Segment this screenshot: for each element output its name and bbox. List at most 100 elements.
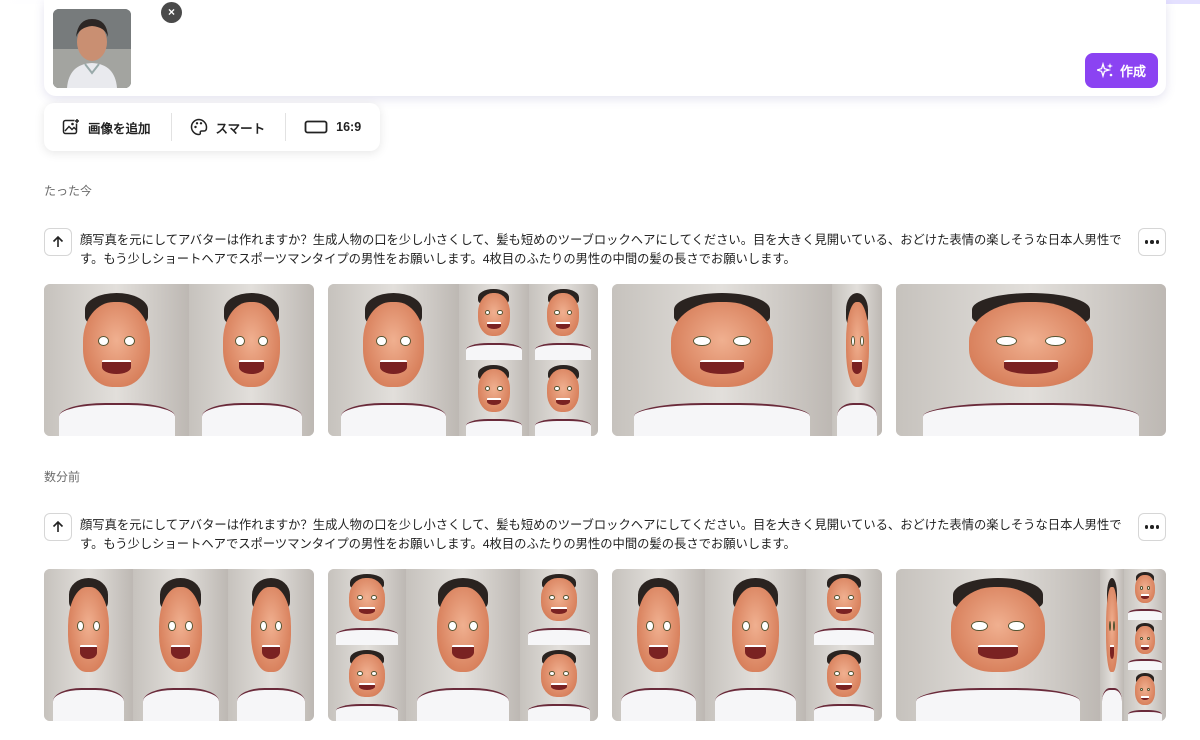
avatar-mouth xyxy=(102,360,131,374)
generated-image[interactable] xyxy=(328,284,598,436)
avatar-eye xyxy=(760,620,769,632)
avatar-shirt xyxy=(58,402,175,436)
avatar-shirt xyxy=(417,687,509,721)
avatar-face xyxy=(612,569,705,721)
prompt-composer[interactable]: × 作成 xyxy=(44,0,1166,96)
generated-image[interactable] xyxy=(612,569,882,721)
avatar-head xyxy=(68,587,109,673)
more-icon-dot xyxy=(1144,525,1149,529)
avatar-shirt xyxy=(201,402,302,436)
avatar-face xyxy=(189,284,314,436)
more-options-button[interactable] xyxy=(1138,513,1166,541)
generated-image[interactable] xyxy=(44,569,314,721)
aspect-ratio-icon xyxy=(304,120,328,134)
avatar-eye xyxy=(400,335,411,347)
image-column xyxy=(520,569,598,721)
avatar-mouth xyxy=(836,607,852,614)
avatar-head xyxy=(845,302,869,388)
avatar-face xyxy=(328,645,406,721)
more-icon-dot xyxy=(1155,240,1160,244)
avatar-shirt xyxy=(1128,709,1162,721)
avatar-eye xyxy=(259,620,267,632)
avatar-shirt xyxy=(621,687,696,721)
avatar-eye xyxy=(468,620,478,632)
avatar-shirt xyxy=(52,687,125,721)
avatar-head xyxy=(541,578,577,621)
generated-image[interactable] xyxy=(896,569,1166,721)
avatar-eye xyxy=(168,620,176,632)
time-label: 数分前 xyxy=(44,470,81,484)
create-button[interactable]: 作成 xyxy=(1085,53,1158,88)
avatar-head xyxy=(732,587,779,673)
avatar-shirt xyxy=(236,687,306,721)
add-image-button[interactable]: 画像を追加 xyxy=(44,112,151,142)
avatar-shirt xyxy=(715,687,796,721)
generated-image[interactable] xyxy=(612,284,882,436)
avatar-eye xyxy=(847,594,854,601)
avatar-head xyxy=(83,302,150,388)
avatar-face xyxy=(520,645,598,721)
avatar-mouth xyxy=(1004,360,1058,374)
avatar-shirt xyxy=(335,628,399,645)
prompt-text: 顔写真を元にしてアバターは作れますか？生成人物の口を少し小さくして、髪も短めのツ… xyxy=(80,518,1122,551)
avatar-shirt xyxy=(1128,659,1162,671)
generated-image[interactable] xyxy=(328,569,598,721)
style-selector[interactable]: スマート xyxy=(172,112,265,142)
avatar-face xyxy=(459,360,529,436)
avatar-face xyxy=(133,569,228,721)
avatar-shirt xyxy=(465,419,522,436)
avatar-mouth xyxy=(551,683,567,690)
more-options-button[interactable] xyxy=(1138,228,1166,256)
avatar-mouth xyxy=(649,645,668,659)
avatar-head xyxy=(158,587,203,673)
avatar-face xyxy=(459,284,529,360)
avatar-mouth xyxy=(745,645,766,659)
avatar-head xyxy=(1106,587,1118,673)
avatar-face xyxy=(228,569,314,721)
avatar-face xyxy=(1124,569,1166,620)
image-gallery xyxy=(44,284,1166,436)
arrow-up-icon xyxy=(52,520,64,532)
image-column xyxy=(328,569,406,721)
avatar-shirt xyxy=(341,402,446,436)
more-icon-dot xyxy=(1150,525,1154,529)
avatar-face xyxy=(896,284,1166,436)
reuse-prompt-button[interactable] xyxy=(44,228,72,256)
avatar-head xyxy=(222,302,281,388)
avatar-head xyxy=(968,302,1094,388)
avatar-eye xyxy=(646,620,654,632)
aspect-ratio-label: 16:9 xyxy=(336,120,362,134)
avatar-face xyxy=(806,645,882,721)
avatar-head xyxy=(671,302,773,388)
avatar-eye xyxy=(185,620,193,632)
generation-toolbar: 画像を追加 スマート 16:9 xyxy=(44,103,380,151)
avatar-face xyxy=(44,284,189,436)
add-image-label: 画像を追加 xyxy=(88,121,151,136)
uploaded-photo-thumbnail[interactable] xyxy=(53,9,131,88)
avatar-head xyxy=(436,587,490,673)
avatar-eye xyxy=(850,335,855,347)
avatar-head xyxy=(637,587,680,673)
avatar-shirt xyxy=(527,628,591,645)
avatar-mouth xyxy=(262,645,280,659)
avatar-eye xyxy=(497,309,503,316)
avatar-shirt xyxy=(813,704,875,721)
avatar-shirt xyxy=(916,687,1080,721)
avatar-face xyxy=(528,360,598,436)
remove-photo-button[interactable]: × xyxy=(161,2,182,23)
avatar-shirt xyxy=(527,704,591,721)
avatar-face xyxy=(832,284,882,436)
reuse-prompt-button[interactable] xyxy=(44,513,72,541)
generated-image[interactable] xyxy=(44,284,314,436)
image-gallery xyxy=(44,569,1166,721)
avatar-head xyxy=(826,578,862,621)
generated-image[interactable] xyxy=(896,284,1166,436)
avatar-mouth xyxy=(359,683,375,690)
avatar-shirt xyxy=(335,704,399,721)
image-column xyxy=(806,569,882,721)
aspect-ratio-selector[interactable]: 16:9 xyxy=(286,112,361,142)
avatar-mouth xyxy=(1140,594,1150,599)
avatar-face xyxy=(406,569,520,721)
avatar-mouth xyxy=(700,360,744,374)
avatar-mouth xyxy=(359,607,375,614)
